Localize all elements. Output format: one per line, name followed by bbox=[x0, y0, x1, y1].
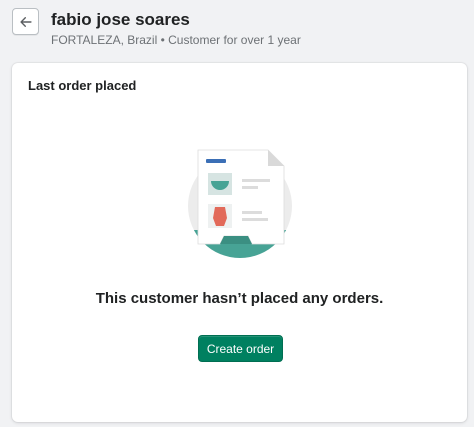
create-order-button[interactable]: Create order bbox=[198, 335, 283, 362]
back-button[interactable] bbox=[12, 8, 39, 35]
last-order-card: Last order placed This customer hasn’t p… bbox=[12, 63, 467, 422]
page-header: fabio jose soares FORTALEZA, Brazil • Cu… bbox=[0, 0, 474, 56]
empty-orders-illustration bbox=[188, 149, 292, 258]
customer-subtitle: FORTALEZA, Brazil • Customer for over 1 … bbox=[51, 33, 301, 47]
card-title: Last order placed bbox=[28, 78, 137, 93]
page-title: fabio jose soares bbox=[51, 10, 190, 29]
arrow-left-icon bbox=[19, 16, 32, 27]
empty-state-heading: This customer hasn’t placed any orders. bbox=[95, 290, 384, 307]
